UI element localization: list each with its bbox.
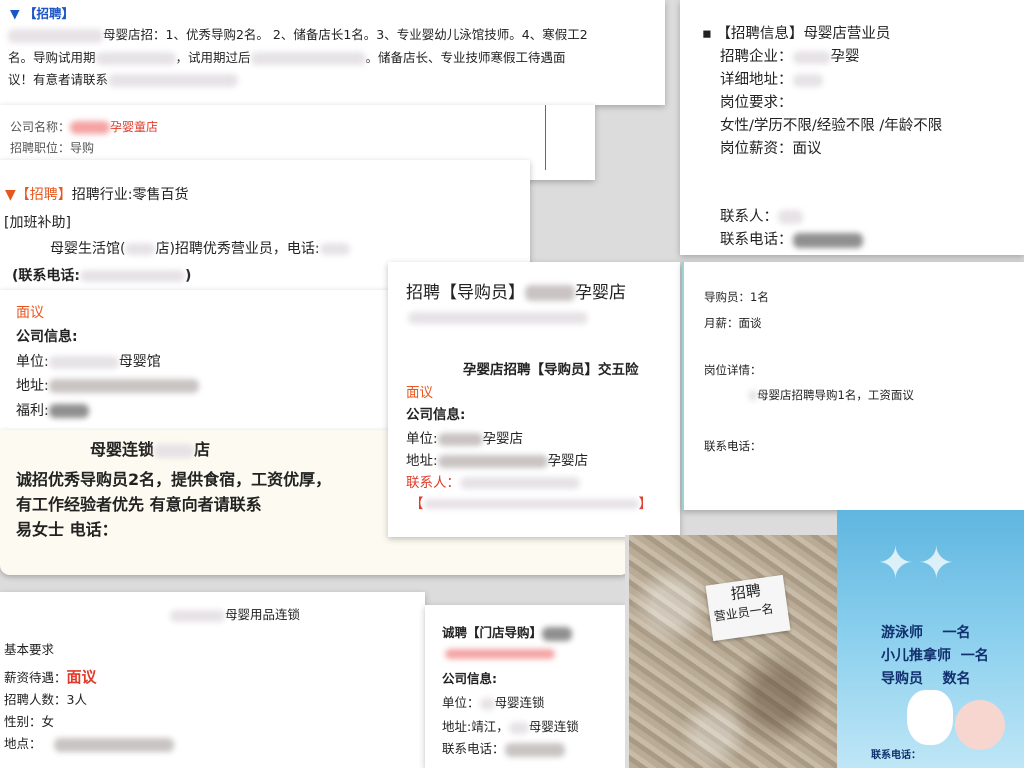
job-post-card-6: 招聘【导购员】 孕婴店 孕婴店招聘【导购员】交五险 面议 公司信息: 单位: 孕婴店… <box>388 262 680 537</box>
card6-bracket-line: 【】 <box>410 496 652 512</box>
card8-pay: 月薪：面谈 <box>704 316 762 330</box>
card7-pay: 岗位薪资：面议 <box>720 141 822 157</box>
company-info-heading: 公司信息: <box>16 329 78 345</box>
card6-title: 招聘【导购员】 孕婴店 <box>406 283 626 303</box>
poster-row-1: 游泳师 一名 <box>881 625 971 641</box>
marble-wall-photo: 招聘 营业员一名 <box>625 535 841 768</box>
card8-detail-label: 岗位详情： <box>704 363 762 377</box>
card5-line2: 有工作经验者优先 有意向者请联系 <box>16 495 262 514</box>
card9-gender: 性别：女 <box>4 714 55 729</box>
card5-title: 母婴连锁店 <box>90 440 211 459</box>
recruitment-poster-photo: ✦✦ 游泳师 一名 小儿推拿师 一名 导购员 数名 联系电话： <box>837 510 1024 768</box>
divider <box>545 105 546 170</box>
redacted-block <box>408 312 588 324</box>
card6-line1: 孕婴店招聘【导购员】交五险 <box>463 362 639 378</box>
card9-header: 母婴用品连锁 <box>170 604 300 623</box>
card9-place: 地点： <box>4 733 174 752</box>
card4-welfare: 福利: <box>16 400 89 420</box>
card6-contact: 联系人： <box>406 471 580 491</box>
card4-address: 地址: <box>16 375 199 395</box>
collapse-triangle-icon[interactable]: ▼ <box>10 6 20 21</box>
card7-address: 详细地址： <box>720 68 823 89</box>
card7-req-value: 女性/学历不限/经验不限 /年龄不限 <box>720 118 943 134</box>
card1-line1: 母婴店招：1、优秀导购2名。 2、储备店长1名。3、专业婴幼儿泳馆技师。4、寒假… <box>8 24 588 43</box>
card8-count: 导购员：1名 <box>704 290 769 304</box>
card2-position: 招聘职位：导购 <box>10 141 95 155</box>
poster-phone-label: 联系电话： <box>871 750 921 761</box>
job-post-card-4: 面议 公司信息: 单位: 母婴馆 地址: 福利: <box>0 290 390 430</box>
card7-title: ▪ 【招聘信息】母婴店营业员 <box>702 26 891 42</box>
card1-line2: 名。导购试用期 ，试用期过后 。储备店长、专业技师寒假工待遇面 <box>8 50 566 65</box>
bullet-icon: ▪ <box>702 26 712 42</box>
card3-line3: (联系电话:) <box>12 268 192 284</box>
collapse-triangle-icon[interactable]: ▼ <box>5 187 16 203</box>
card3-line1: [加班补助] <box>4 215 71 231</box>
card2-company: 公司名称： 孕婴童店 <box>10 120 159 134</box>
job-post-card-10: 诚聘【门店导购】 公司信息: 单位： 母婴连锁 地址:靖江， 母婴连锁 联系电话： <box>425 605 625 768</box>
company-info-heading: 公司信息: <box>406 407 466 423</box>
handwritten-note: 招聘 营业员一名 <box>705 574 791 642</box>
card8-detail: 母婴店招聘导购1名，工资面议 <box>749 387 914 403</box>
poster-decoration: ✦✦ <box>877 538 959 589</box>
card6-unit: 单位: 孕婴店 <box>406 431 524 447</box>
job-post-card-7: ▪ 【招聘信息】母婴店营业员 招聘企业： 孕婴 详细地址： 岗位要求： 女性/学历… <box>680 0 1024 255</box>
card1-header: ▼ 【招聘】 <box>10 6 74 21</box>
job-post-card-9: 母婴用品连锁 基本要求 薪资待遇：面议 招聘人数：3人 性别：女 地点： <box>0 592 425 768</box>
salary-value: 面议 <box>16 305 44 321</box>
card7-req-label: 岗位要求： <box>720 95 793 111</box>
card9-pay: 薪资待遇：面议 <box>4 668 97 686</box>
card10-title: 诚聘【门店导购】 <box>442 622 573 641</box>
job-post-card-1: ▼ 【招聘】 母婴店招：1、优秀导购2名。 2、储备店长1名。3、专业婴幼儿泳馆… <box>0 0 665 105</box>
company-info-heading: 公司信息: <box>442 671 497 686</box>
card3-line2: 母婴生活馆(店)招聘优秀营业员，电话: <box>50 238 350 258</box>
card9-count: 招聘人数：3人 <box>4 692 87 707</box>
poster-row-3: 导购员 数名 <box>881 671 971 687</box>
card5-line1: 诚招优秀导购员2名，提供食宿，工资优厚， <box>16 470 332 489</box>
baby-illustration <box>955 700 1005 750</box>
bunny-illustration <box>907 690 953 745</box>
card10-unit: 单位： 母婴连锁 <box>442 695 545 710</box>
card5-line3: 易女士 电话： <box>16 520 118 539</box>
card10-phone: 联系电话： <box>442 738 565 757</box>
card4-unit: 单位: 母婴馆 <box>16 354 161 370</box>
card7-contact: 联系人： <box>720 205 803 226</box>
card9-basic: 基本要求 <box>4 642 55 657</box>
card1-line3: 议！有意者请联系 <box>8 69 239 88</box>
redacted-block <box>8 28 103 43</box>
job-post-card-8: 导购员：1名 月薪：面谈 岗位详情： 母婴店招聘导购1名，工资面议 联系电话： <box>682 262 1024 510</box>
poster-row-2: 小儿推拿师 一名 <box>881 648 989 664</box>
card3-header: ▼【招聘】招聘行业:零售百货 <box>5 187 189 203</box>
card8-phone-label: 联系电话： <box>704 439 762 453</box>
card6-address: 地址: 孕婴店 <box>406 453 589 469</box>
card7-phone: 联系电话： <box>720 228 863 249</box>
card7-company: 招聘企业： 孕婴 <box>720 49 860 65</box>
salary-value: 面议 <box>406 385 433 401</box>
card10-address: 地址:靖江， 母婴连锁 <box>442 719 579 734</box>
